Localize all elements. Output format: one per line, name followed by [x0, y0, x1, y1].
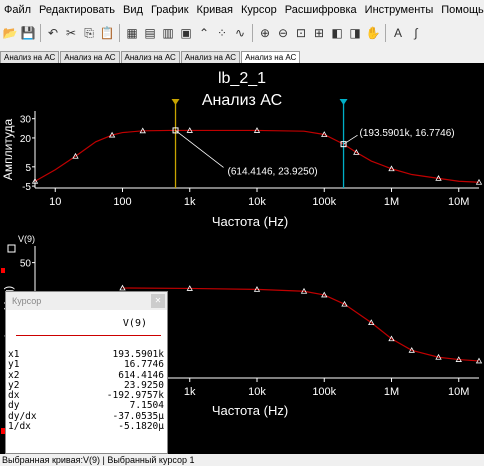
- cursor-handle-2: [339, 99, 348, 105]
- zoom-fit-icon[interactable]: ⊡: [293, 24, 309, 42]
- x-tick-label: 10: [49, 196, 61, 208]
- legend-label: V(9): [18, 234, 35, 244]
- x-tick-label: 100k: [312, 386, 336, 398]
- menu-2[interactable]: Вид: [119, 4, 147, 16]
- tab-analysis-3[interactable]: Анализ на АС: [120, 51, 180, 63]
- menu-4[interactable]: Кривая: [193, 4, 237, 16]
- menu-6[interactable]: Расшифровка: [281, 4, 361, 16]
- x-tick-label: 10k: [248, 196, 266, 208]
- cursor-panel[interactable]: Курсор ✕ V(9) x1 193.5901k y1 16.7746 x2 614.…: [5, 291, 168, 454]
- cut-icon[interactable]: ✂: [63, 24, 79, 42]
- cursor-callout-label-1: (614.4146, 23.9250): [228, 166, 318, 177]
- tab-analysis-5[interactable]: Анализ на АС: [241, 51, 301, 63]
- paste-icon[interactable]: 📋: [99, 24, 115, 42]
- save-icon[interactable]: 💾: [20, 24, 36, 42]
- toolbar-separator: [40, 24, 41, 42]
- cursor-callout-line: [175, 130, 224, 168]
- x-tick-label: 1M: [384, 386, 399, 398]
- menu-5[interactable]: Курсор: [237, 4, 281, 16]
- x-axis-label: Частота (Hz): [212, 214, 288, 229]
- zoom-out-icon[interactable]: ⊖: [275, 24, 291, 42]
- menu-7[interactable]: Инструменты: [361, 4, 438, 16]
- undo-icon[interactable]: ↶: [45, 24, 61, 42]
- close-icon[interactable]: ✕: [151, 294, 165, 308]
- legend-checkbox: [7, 244, 16, 253]
- formula-icon[interactable]: ∫: [408, 24, 424, 42]
- cursor-callout-line: [343, 134, 358, 145]
- table-icon[interactable]: ▤: [142, 24, 158, 42]
- chart-icon[interactable]: ▥: [160, 24, 176, 42]
- cursor-handle-1: [171, 99, 180, 105]
- x-tick-label: 100k: [312, 196, 336, 208]
- y-tick-label: -5: [22, 182, 31, 193]
- y-tick-label: 30: [20, 115, 32, 126]
- dots-icon[interactable]: ⁘: [214, 24, 230, 42]
- zoom-next-icon[interactable]: ◨: [347, 24, 363, 42]
- x-tick-label: 1k: [184, 386, 196, 398]
- cursor-row-key: 1/dx: [8, 421, 31, 433]
- x-axis-label: Частота (Hz): [212, 403, 288, 418]
- menu-bar: Файл Редактировать Вид График Кривая Курсор Ра…: [0, 0, 484, 20]
- menu-8[interactable]: Помощь: [437, 4, 484, 16]
- chart-title: lb_2_1: [218, 70, 266, 87]
- menu-3[interactable]: График: [147, 4, 193, 16]
- x-tick-label: 10M: [448, 196, 469, 208]
- cursor-panel-title: Курсор ✕: [6, 292, 167, 310]
- text-icon[interactable]: A: [390, 24, 406, 42]
- y-tick-label: 50: [20, 259, 32, 270]
- toolbar-separator: [252, 24, 253, 42]
- peak-icon[interactable]: ⌃: [196, 24, 212, 42]
- tab-analysis-2[interactable]: Анализ на АС: [60, 51, 120, 63]
- menu-0[interactable]: Файл: [0, 4, 35, 16]
- tab-analysis-4[interactable]: Анализ на АС: [180, 51, 241, 63]
- status-bar: Выбранная кривая:V(9) | Выбранный курсор…: [0, 454, 484, 466]
- zoom-in-icon[interactable]: ⊕: [257, 24, 273, 42]
- wave-icon[interactable]: ∿: [232, 24, 248, 42]
- grid-icon[interactable]: ▦: [124, 24, 140, 42]
- open-icon[interactable]: 📂: [2, 24, 18, 42]
- toolbar-separator: [385, 24, 386, 42]
- toolbar: 📂 💾 ↶ ✂ ⎘ 📋 ▦ ▤ ▥ ▣ ⌃ ⁘ ∿ ⊕ ⊖ ⊡ ⊞ ◧ ◨ ✋ A ∫: [0, 20, 484, 46]
- tab-strip: Анализ на АС Анализ на АС Анализ на АС Анал…: [0, 46, 484, 64]
- plot-icon[interactable]: ▣: [178, 24, 194, 42]
- toolbar-separator: [119, 24, 120, 42]
- x-tick-label: 100: [113, 196, 131, 208]
- cursor-row-1-per-dx: 1/dx -5.1820µ: [6, 421, 167, 433]
- pan-icon[interactable]: ✋: [365, 24, 381, 42]
- curve-marker: [1, 268, 5, 273]
- x-tick-label: 1M: [384, 196, 399, 208]
- cursor-row-value: -5.1820µ: [118, 421, 164, 433]
- divider: [16, 335, 161, 336]
- series-curve-v9: [122, 287, 480, 362]
- x-tick-label: 10M: [448, 386, 469, 398]
- x-tick-label: 1k: [184, 196, 196, 208]
- zoom-area-icon[interactable]: ⊞: [311, 24, 327, 42]
- tab-analysis-1[interactable]: Анализ на АС: [0, 51, 60, 63]
- chart-subtitle: Анализ АС: [202, 92, 282, 109]
- menu-1[interactable]: Редактировать: [35, 4, 119, 16]
- zoom-prev-icon[interactable]: ◧: [329, 24, 345, 42]
- cursor-column-header: V(9): [122, 318, 147, 329]
- cursor-callout-label-2: (193.5901k, 16.7746): [360, 128, 455, 139]
- copy-icon[interactable]: ⎘: [81, 24, 97, 42]
- y-tick-label: 5: [25, 163, 31, 174]
- x-tick-label: 10k: [248, 386, 266, 398]
- y-axis-label: Амплитуда: [1, 118, 15, 180]
- y-tick-label: 20: [20, 134, 32, 145]
